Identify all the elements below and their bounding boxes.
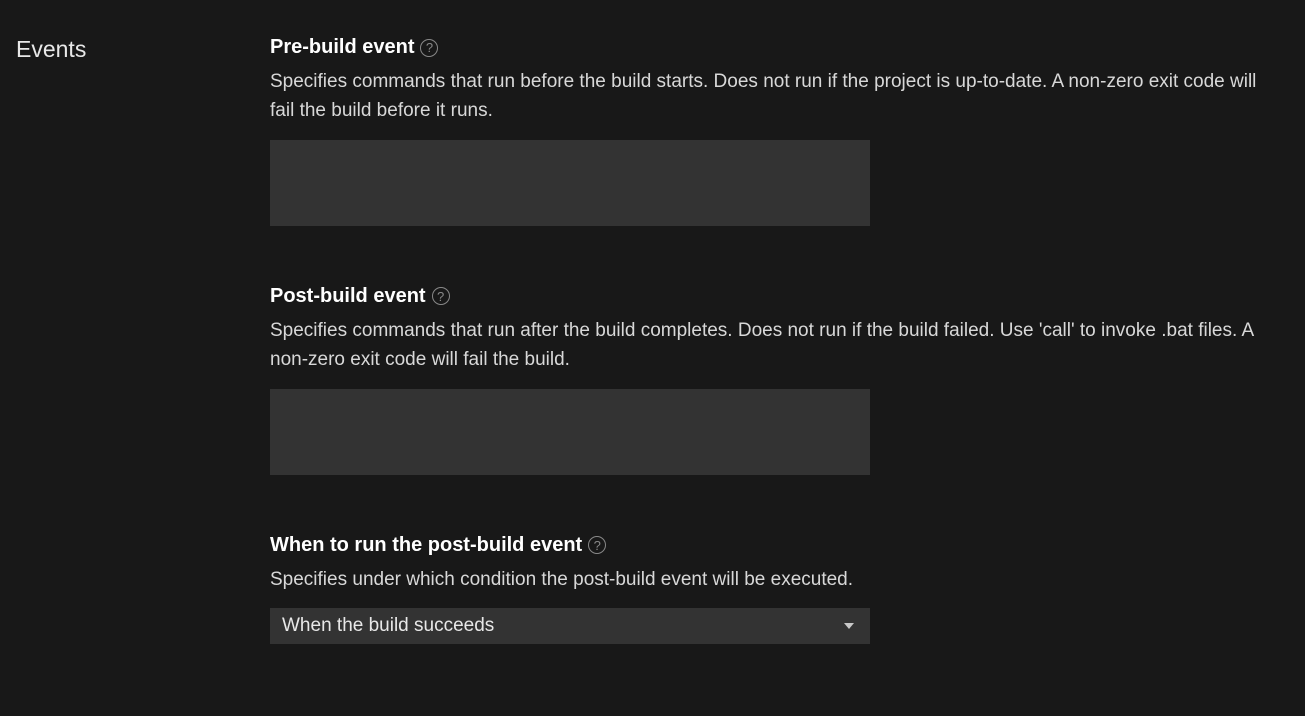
setting-title-row: Post-build event ? xyxy=(270,285,1275,308)
setting-title-text: When to run the post-build event xyxy=(270,534,582,557)
sidebar: Events xyxy=(0,36,270,644)
chevron-down-icon xyxy=(844,623,854,629)
setting-description: Specifies commands that run after the bu… xyxy=(270,316,1260,375)
setting-post-build-condition: When to run the post-build event ? Speci… xyxy=(270,534,1275,644)
post-build-condition-dropdown[interactable]: When the build succeeds xyxy=(270,608,870,644)
setting-pre-build-event: Pre-build event ? Specifies commands tha… xyxy=(270,36,1275,231)
setting-title-text: Post-build event xyxy=(270,285,426,308)
main-content: Pre-build event ? Specifies commands tha… xyxy=(270,36,1305,644)
pre-build-event-input[interactable] xyxy=(270,140,870,226)
settings-page: Events Pre-build event ? Specifies comma… xyxy=(0,0,1305,644)
setting-description: Specifies commands that run before the b… xyxy=(270,67,1260,126)
section-title-events: Events xyxy=(16,36,270,63)
help-icon[interactable]: ? xyxy=(588,536,606,554)
post-build-event-input[interactable] xyxy=(270,389,870,475)
setting-post-build-event: Post-build event ? Specifies commands th… xyxy=(270,285,1275,480)
setting-description: Specifies under which condition the post… xyxy=(270,565,1260,594)
setting-title-row: Pre-build event ? xyxy=(270,36,1275,59)
dropdown-selected-label: When the build succeeds xyxy=(282,615,494,637)
help-icon[interactable]: ? xyxy=(420,39,438,57)
setting-title-row: When to run the post-build event ? xyxy=(270,534,1275,557)
help-icon[interactable]: ? xyxy=(432,287,450,305)
setting-title-text: Pre-build event xyxy=(270,36,414,59)
